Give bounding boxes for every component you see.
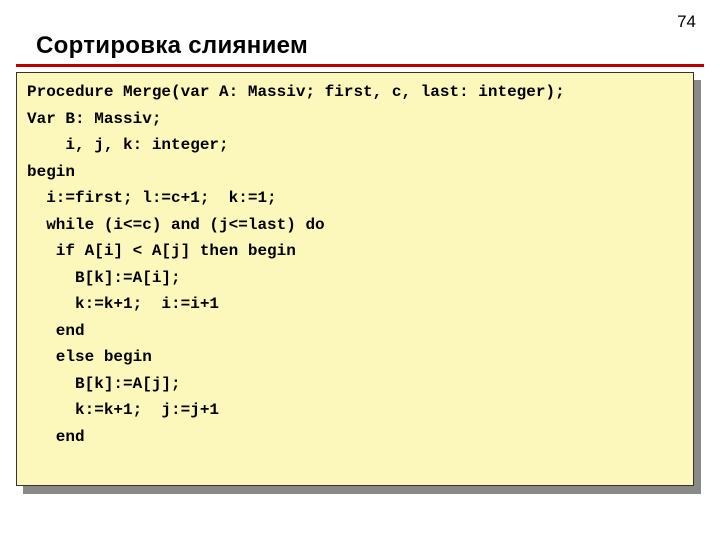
code-line: B[k]:=A[j];	[27, 375, 181, 393]
code-line: else begin	[27, 348, 152, 366]
code-line: if A[i] < A[j] then begin	[27, 242, 296, 260]
code-line: i, j, k: integer;	[27, 136, 229, 154]
code-line: end	[27, 428, 85, 446]
code-block: Procedure Merge(var A: Massiv; first, c,…	[16, 72, 694, 486]
code-line: i:=first; l:=c+1; k:=1;	[27, 189, 277, 207]
slide-title: Сортировка слиянием	[36, 32, 308, 60]
code-line: k:=k+1; j:=j+1	[27, 401, 219, 419]
code-line: Procedure Merge(var A: Massiv; first, c,…	[27, 83, 565, 101]
title-underline	[16, 64, 704, 67]
code-line: k:=k+1; i:=i+1	[27, 295, 219, 313]
code-line: while (i<=c) and (j<=last) do	[27, 216, 325, 234]
page-number: 74	[677, 12, 696, 32]
code-line: B[k]:=A[i];	[27, 269, 181, 287]
code-line: Var B: Massiv;	[27, 110, 161, 128]
code-line: end	[27, 322, 85, 340]
code-line: begin	[27, 163, 75, 181]
